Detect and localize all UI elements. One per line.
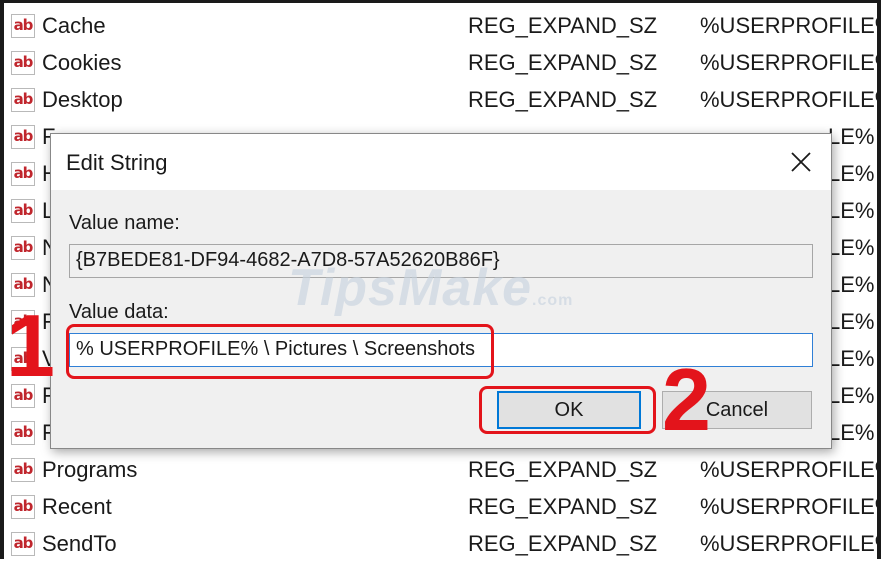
registry-value-row[interactable]: ab Cache REG_EXPAND_SZ %USERPROFILE% (8, 8, 881, 45)
reg-sz-icon: ab (11, 421, 35, 445)
step1-number: 1 (6, 296, 55, 395)
reg-sz-icon: ab (11, 125, 35, 149)
reg-sz-icon: ab (11, 458, 35, 482)
registry-value-row[interactable]: ab SendTo REG_EXPAND_SZ %USERPROFILE% (8, 526, 881, 563)
window-border (0, 0, 881, 3)
reg-sz-icon: ab (11, 532, 35, 556)
value-name-field[interactable]: {B7BEDE81-DF94-4682-A7D8-57A52620B86F} (69, 244, 813, 278)
window-border (0, 0, 4, 559)
value-data: LE% (828, 161, 875, 186)
value-data: LE% (828, 198, 875, 223)
value-data: %USERPROFILE% (700, 531, 881, 556)
value-data: %USERPROFILE% (700, 13, 881, 38)
value-data-label: Value data: (69, 301, 169, 323)
value-type: REG_EXPAND_SZ (468, 457, 658, 482)
value-type: REG_EXPAND_SZ (468, 494, 658, 519)
reg-sz-icon: ab (11, 273, 35, 297)
reg-sz-icon: ab (11, 236, 35, 260)
close-button[interactable] (781, 144, 821, 180)
value-data: LE% (828, 235, 875, 260)
value-type: REG_EXPAND_SZ (468, 87, 658, 112)
value-name: Cookies (42, 50, 122, 75)
value-type: REG_EXPAND_SZ (468, 13, 658, 38)
value-name-label: Value name: (69, 212, 180, 234)
reg-sz-icon: ab (11, 51, 35, 75)
reg-sz-icon: ab (11, 495, 35, 519)
value-data: %USERPROFILE% (700, 457, 881, 482)
registry-value-row[interactable]: ab Desktop REG_EXPAND_SZ %USERPROFILE% (8, 82, 881, 119)
reg-sz-icon: ab (11, 88, 35, 112)
dialog-title: Edit String (66, 150, 168, 175)
reg-sz-icon: ab (11, 199, 35, 223)
dialog-titlebar[interactable]: Edit String (51, 134, 831, 190)
value-name: Desktop (42, 87, 123, 112)
value-data: %USERPROFILE% (700, 87, 881, 112)
value-name: SendTo (42, 531, 117, 556)
value-data: LE% (828, 383, 875, 408)
value-name: Cache (42, 13, 106, 38)
value-data: LE% (828, 420, 875, 445)
registry-value-row[interactable]: ab Cookies REG_EXPAND_SZ %USERPROFILE% (8, 45, 881, 82)
step2-number: 2 (662, 350, 711, 449)
value-data: LE% (828, 272, 875, 297)
reg-sz-icon: ab (11, 14, 35, 38)
value-data: %USERPROFILE% (700, 50, 881, 75)
value-data: LE% (828, 346, 875, 371)
value-data: LE% (828, 309, 875, 334)
registry-value-row[interactable]: ab Programs REG_EXPAND_SZ %USERPROFILE% (8, 452, 881, 489)
value-type: REG_EXPAND_SZ (468, 50, 658, 75)
value-name: Recent (42, 494, 112, 519)
value-name: Programs (42, 457, 138, 482)
edit-string-dialog: Edit String Value name: {B7BEDE81-DF94-4… (50, 133, 832, 449)
close-icon (791, 152, 811, 172)
value-type: REG_EXPAND_SZ (468, 531, 658, 556)
value-data: LE% (828, 124, 875, 149)
reg-sz-icon: ab (11, 162, 35, 186)
step2-highlight-box (479, 386, 656, 434)
registry-value-row[interactable]: ab Recent REG_EXPAND_SZ %USERPROFILE% (8, 489, 881, 526)
step1-highlight-box (66, 324, 494, 379)
value-data: %USERPROFILE% (700, 494, 881, 519)
